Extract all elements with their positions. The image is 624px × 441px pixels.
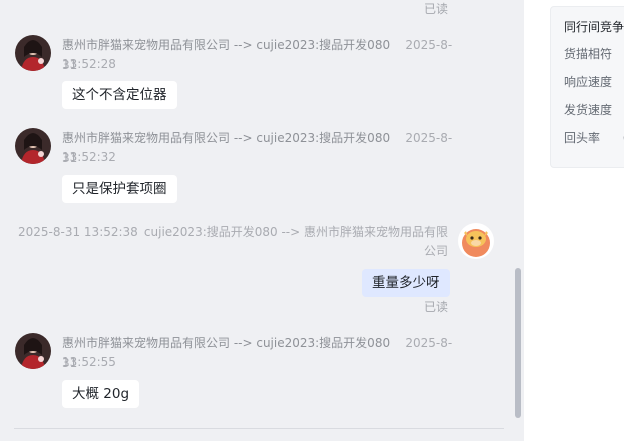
message-bubble[interactable]: 这个不含定位器: [62, 81, 177, 109]
page: 已读 惠州市胖猫来宠物用品有限公司 --> cujie2023:搜品开发080 …: [0, 0, 624, 441]
metric-row: 发货速度 高: [564, 101, 624, 118]
message-sender: 惠州市胖猫来宠物用品有限公司 --> cujie2023:搜品开发080: [62, 131, 391, 145]
message-time: 13:52:32: [62, 150, 116, 164]
supplier-avatar[interactable]: [15, 128, 51, 164]
metric-label: 响应速度: [564, 75, 613, 89]
chat-scrollbar[interactable]: [515, 268, 521, 418]
message-bubble[interactable]: 大概 20g: [62, 380, 140, 408]
my-avatar[interactable]: [458, 223, 494, 259]
message-time: 13:52:55: [62, 355, 116, 369]
metric-label: 回头率: [564, 131, 601, 145]
panel-gutter: [524, 0, 538, 441]
message-time: 13:52:28: [62, 57, 116, 71]
metric-label: 货描相符: [564, 47, 613, 61]
message-sender: cujie2023:搜品开发080 --> 惠州市胖猫来宠物用品有限: [143, 225, 448, 239]
message-bubble[interactable]: 重量多少呀: [362, 269, 450, 297]
cow-avatar-icon: [458, 223, 494, 259]
message-meta: 2025-8-31 13:52:38 cujie2023:搜品开发080 --> …: [18, 222, 448, 242]
metric-row: 货描相符 高: [564, 45, 624, 62]
competition-title: 同行间竞争: [564, 20, 624, 34]
message-timestamp: 2025-8-31 13:52:38: [18, 225, 138, 239]
read-status: 已读: [424, 300, 449, 314]
metric-label: 发货速度: [564, 103, 613, 117]
message-sender-line2: 公司: [423, 244, 448, 258]
message-meta: 惠州市胖猫来宠物用品有限公司 --> cujie2023:搜品开发080 202…: [62, 128, 462, 168]
supplier-avatar[interactable]: [15, 333, 51, 369]
message-sender: 惠州市胖猫来宠物用品有限公司 --> cujie2023:搜品开发080: [62, 38, 391, 52]
message-sender-continued: 公司: [18, 241, 448, 261]
avatar-image: [15, 333, 51, 369]
metric-row: 响应速度 高: [564, 73, 624, 90]
input-divider: [14, 428, 504, 429]
message-meta: 惠州市胖猫来宠物用品有限公司 --> cujie2023:搜品开发080 202…: [62, 333, 462, 373]
competition-panel: 同行间竞争 货描相符 高 响应速度 高 发货速度 高 回头率 6: [550, 6, 624, 168]
message-sender: 惠州市胖猫来宠物用品有限公司 --> cujie2023:搜品开发080: [62, 336, 391, 350]
avatar-image: [15, 128, 51, 164]
avatar-image: [15, 35, 51, 71]
message-meta: 惠州市胖猫来宠物用品有限公司 --> cujie2023:搜品开发080 202…: [62, 35, 462, 75]
metric-row: 回头率 6: [564, 129, 624, 146]
supplier-avatar[interactable]: [15, 35, 51, 71]
read-status: 已读: [424, 2, 449, 16]
chat-message-list[interactable]: 已读 惠州市胖猫来宠物用品有限公司 --> cujie2023:搜品开发080 …: [0, 0, 524, 441]
message-bubble[interactable]: 只是保护套项圈: [62, 175, 177, 203]
